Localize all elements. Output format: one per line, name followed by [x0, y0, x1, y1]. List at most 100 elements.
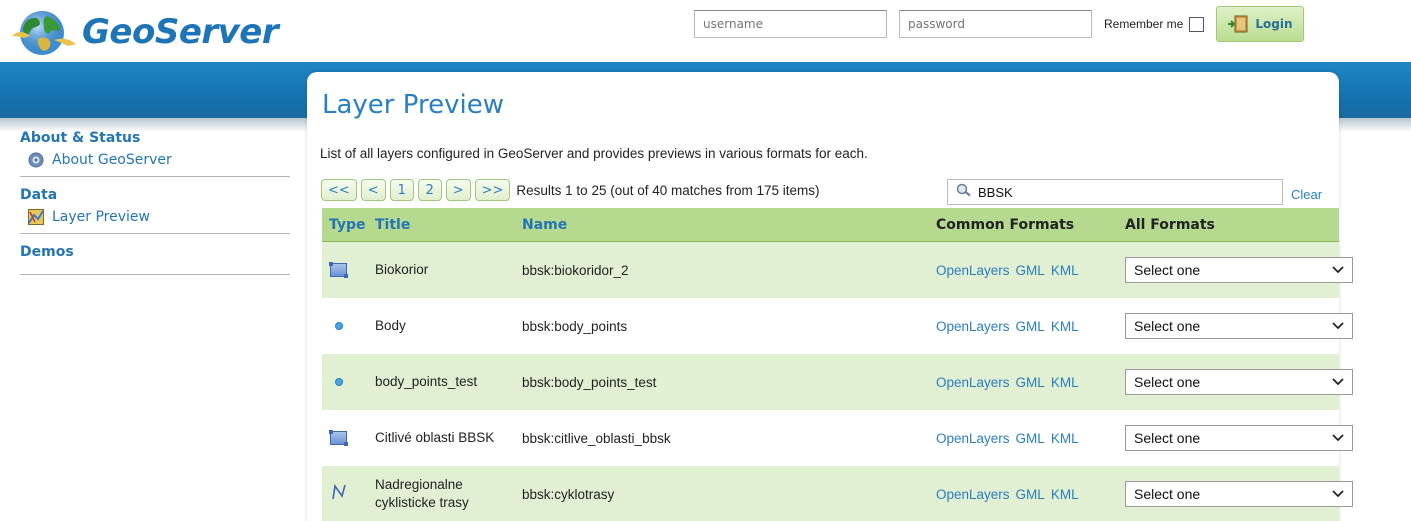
all-formats-cell: Select one — [1125, 481, 1353, 507]
type-cell — [322, 322, 375, 330]
page-2-button[interactable]: 2 — [417, 179, 442, 201]
gml-link[interactable]: GML — [1016, 263, 1045, 278]
pagination: << < 1 2 > >> Results 1 to 25 (out of 40… — [321, 179, 820, 201]
main-content: Layer Preview List of all layers configu… — [307, 72, 1353, 521]
table-row: body_points_test bbsk:body_points_test Ope… — [322, 354, 1353, 410]
login-button[interactable]: Login — [1216, 6, 1304, 42]
page-title: Layer Preview — [322, 90, 504, 120]
layers-table: Type Title Name Common Formats All Forma… — [322, 208, 1353, 521]
map-icon — [28, 209, 44, 225]
remember-me-checkbox[interactable] — [1189, 16, 1205, 32]
clear-search-link[interactable]: Clear — [1291, 187, 1322, 202]
openlayers-link[interactable]: OpenLayers — [936, 319, 1010, 334]
select-value: Select one — [1134, 430, 1201, 446]
column-header-title[interactable]: Title — [375, 216, 522, 234]
kml-link[interactable]: KML — [1051, 319, 1079, 334]
common-formats-cell: OpenLayers GML KML — [936, 319, 1125, 334]
common-formats-cell: OpenLayers GML KML — [936, 375, 1125, 390]
table-row: Body bbsk:body_points OpenLayers GML KML Sele… — [322, 298, 1353, 354]
login-label: Login — [1255, 17, 1293, 31]
name-cell: bbsk:cyklotrasy — [522, 486, 615, 502]
header: GeoServer Remember me Login — [0, 0, 1411, 62]
all-formats-cell: Select one — [1125, 313, 1353, 339]
search-input[interactable]: BBSK — [947, 179, 1283, 205]
prev-page-button[interactable]: < — [360, 179, 386, 201]
common-formats-cell: OpenLayers GML KML — [936, 431, 1125, 446]
format-select[interactable]: Select one — [1125, 481, 1353, 507]
openlayers-link[interactable]: OpenLayers — [936, 375, 1010, 390]
gml-link[interactable]: GML — [1016, 487, 1045, 502]
name-cell: bbsk:biokoridor_2 — [522, 262, 629, 278]
last-page-button[interactable]: >> — [474, 179, 511, 201]
password-input[interactable] — [899, 10, 1092, 38]
table-row: Citlivé oblasti BBSK bbsk:citlive_oblasti… — [322, 410, 1353, 466]
sidebar-item-layer-preview[interactable]: Layer Preview — [28, 209, 290, 225]
type-cell — [322, 430, 375, 446]
openlayers-link[interactable]: OpenLayers — [936, 431, 1010, 446]
all-formats-cell: Select one — [1125, 257, 1353, 283]
geoserver-logo[interactable]: GeoServer — [10, 6, 279, 58]
format-select[interactable]: Select one — [1125, 369, 1353, 395]
all-formats-cell: Select one — [1125, 425, 1353, 451]
format-select[interactable]: Select one — [1125, 257, 1353, 283]
sidebar-item-about-geoserver[interactable]: About GeoServer — [28, 152, 290, 168]
door-icon — [1227, 15, 1249, 33]
chevron-down-icon — [1332, 375, 1344, 389]
search-icon — [956, 183, 972, 201]
select-value: Select one — [1134, 262, 1201, 278]
title-cell: Nadregionalne cyklisticke trasy — [375, 477, 469, 510]
app-name: GeoServer — [82, 12, 279, 52]
column-header-all-formats: All Formats — [1125, 216, 1215, 233]
format-select[interactable]: Select one — [1125, 313, 1353, 339]
select-value: Select one — [1134, 374, 1201, 390]
table-row: Biokorior bbsk:biokoridor_2 OpenLayers GML K… — [322, 242, 1353, 298]
openlayers-link[interactable]: OpenLayers — [936, 487, 1010, 502]
sidebar-heading-demos[interactable]: Demos — [20, 244, 290, 260]
name-cell: bbsk:citlive_oblasti_bbsk — [522, 430, 671, 446]
common-formats-cell: OpenLayers GML KML — [936, 487, 1125, 502]
type-cell — [322, 262, 375, 278]
remember-me-label: Remember me — [1104, 17, 1184, 31]
type-cell — [322, 483, 375, 505]
column-header-name[interactable]: Name — [522, 217, 936, 233]
sidebar-item-label: Layer Preview — [52, 209, 150, 225]
chevron-down-icon — [1332, 487, 1344, 501]
type-cell — [322, 378, 375, 386]
chevron-down-icon — [1332, 431, 1344, 445]
sidebar-heading-data: Data — [20, 187, 58, 203]
column-header-common-formats: Common Formats — [936, 216, 1075, 233]
chevron-down-icon — [1332, 263, 1344, 277]
title-cell: body_points_test — [375, 374, 478, 389]
name-cell: bbsk:body_points_test — [522, 374, 657, 390]
common-formats-cell: OpenLayers GML KML — [936, 263, 1125, 278]
page-1-button[interactable]: 1 — [389, 179, 414, 201]
title-cell: Body — [375, 318, 406, 333]
title-cell: Citlivé oblasti BBSK — [375, 430, 495, 445]
kml-link[interactable]: KML — [1051, 487, 1079, 502]
gml-link[interactable]: GML — [1016, 319, 1045, 334]
username-input[interactable] — [694, 10, 887, 38]
sidebar: About & Status About GeoServer Data Laye… — [20, 130, 290, 285]
select-value: Select one — [1134, 318, 1201, 334]
point-icon — [335, 378, 343, 386]
gml-link[interactable]: GML — [1016, 431, 1045, 446]
table-body: Biokorior bbsk:biokoridor_2 OpenLayers GML K… — [322, 242, 1353, 521]
format-select[interactable]: Select one — [1125, 425, 1353, 451]
kml-link[interactable]: KML — [1051, 375, 1079, 390]
title-cell: Biokorior — [375, 262, 429, 277]
polygon-icon — [329, 262, 348, 278]
name-cell: bbsk:body_points — [522, 318, 628, 334]
table-row: Nadregionalne cyklisticke trasy bbsk:cykl… — [322, 466, 1353, 521]
table-header: Type Title Name Common Formats All Forma… — [322, 208, 1339, 242]
column-header-type[interactable]: Type — [322, 217, 375, 233]
openlayers-link[interactable]: OpenLayers — [936, 263, 1010, 278]
sidebar-section-about: About & Status About GeoServer — [20, 130, 290, 177]
next-page-button[interactable]: > — [445, 179, 471, 201]
select-value: Select one — [1134, 486, 1201, 502]
kml-link[interactable]: KML — [1051, 263, 1079, 278]
kml-link[interactable]: KML — [1051, 431, 1079, 446]
sidebar-item-label: About GeoServer — [52, 152, 172, 168]
first-page-button[interactable]: << — [321, 179, 357, 201]
gml-link[interactable]: GML — [1016, 375, 1045, 390]
page-description: List of all layers configured in GeoServ… — [320, 146, 868, 161]
